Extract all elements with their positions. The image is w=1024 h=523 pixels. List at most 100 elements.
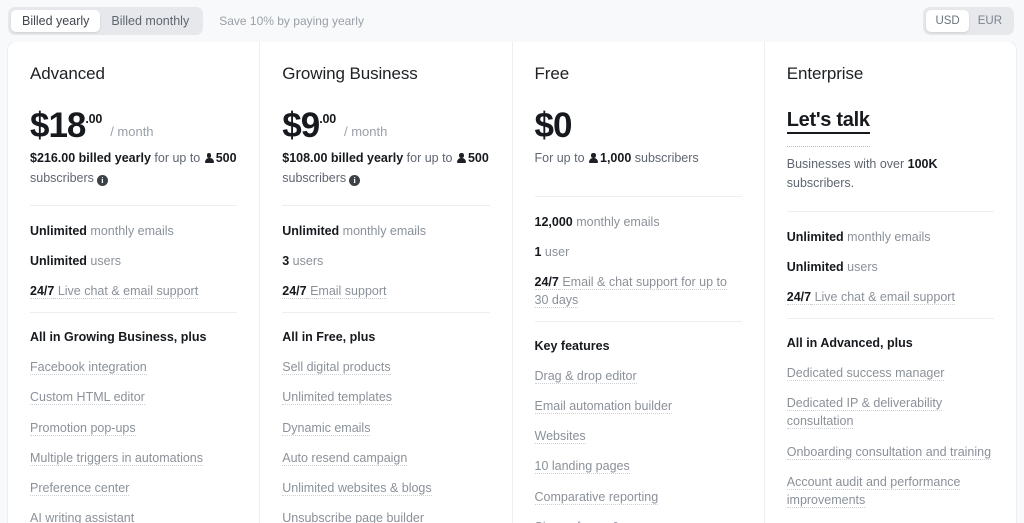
core-feature-list: Unlimited monthly emails Unlimited users… <box>30 206 237 300</box>
feature-list: Facebook integration Custom HTML editor … <box>30 358 237 523</box>
feature-label[interactable]: Multiple triggers in automations <box>30 450 203 466</box>
lets-talk-link[interactable]: Let's talk <box>786 110 870 134</box>
feature-label[interactable]: AI writing assistant <box>30 510 135 523</box>
divider <box>30 312 238 314</box>
core-feature-bold: Unlimited <box>786 259 844 274</box>
feature-label[interactable]: Unsubscribe page builder <box>282 510 425 523</box>
feature-label[interactable]: Unlimited websites & blogs <box>282 480 432 496</box>
feature-item[interactable]: Facebook integration <box>30 358 237 376</box>
feature-label[interactable]: Facebook integration <box>30 360 147 376</box>
feature-item[interactable]: Unlimited templates <box>282 388 489 406</box>
billing-period-toggle[interactable]: Billed yearly Billed monthly <box>8 7 204 35</box>
feature-label[interactable]: Preference center <box>30 480 130 496</box>
feature-item[interactable]: Multiple triggers in automations <box>30 449 237 467</box>
feature-item[interactable]: Dynamic emails <box>282 419 489 437</box>
feature-item[interactable]: 10 landing pages <box>534 457 742 475</box>
currency-toggle-usd[interactable]: USD <box>926 10 969 32</box>
feature-list: Sell digital products Unlimited template… <box>282 358 489 523</box>
core-feature-text[interactable]: Live chat & email support <box>811 290 955 305</box>
pricing-card-growing-business: Growing Business $9 .00 / month $108.00 … <box>260 42 513 523</box>
feature-item[interactable]: Drag & drop editor <box>534 367 742 385</box>
core-feature-text[interactable]: Email support <box>306 284 387 300</box>
core-feature-text: users <box>86 254 121 269</box>
feature-item[interactable]: Unlimited websites & blogs <box>282 479 489 497</box>
core-feature-item[interactable]: 24/7 Email & chat support for up to 30 d… <box>534 273 742 309</box>
core-feature-bold[interactable]: 24/7 <box>282 284 307 300</box>
core-feature-item[interactable]: 24/7 Live chat & email support <box>786 288 994 306</box>
billing-note-suffix: subscribers <box>282 170 347 185</box>
core-feature-item: Unlimited monthly emails <box>787 228 994 246</box>
core-feature-bold[interactable]: 24/7 <box>30 284 55 300</box>
price-row: $0 <box>535 108 742 143</box>
divider <box>534 321 742 323</box>
billing-note-mid: for up to <box>403 151 456 166</box>
feature-label[interactable]: Comparative reporting <box>534 489 659 505</box>
feature-label[interactable]: Dedicated IP & deliverability consultati… <box>786 396 943 430</box>
feature-list: Dedicated success manager Dedicated IP &… <box>786 364 994 509</box>
billing-note: $108.00 billed yearly for up to 500 subs… <box>282 149 489 188</box>
feature-label[interactable]: Promotion pop-ups <box>30 420 136 436</box>
core-feature-item[interactable]: 24/7 Live chat & email support <box>30 282 237 300</box>
core-feature-bold: Unlimited <box>786 229 844 244</box>
billing-toggle-yearly[interactable]: Billed yearly <box>11 10 101 32</box>
core-feature-text[interactable]: Email & chat support for up to 30 days <box>534 274 727 308</box>
feature-item[interactable]: Dedicated IP & deliverability consultati… <box>786 394 994 430</box>
feature-label[interactable]: 10 landing pages <box>534 459 630 475</box>
core-feature-item[interactable]: 24/7 Email support <box>282 282 489 300</box>
lets-talk-wrapper[interactable]: Let's talk <box>786 110 870 147</box>
feature-section-title: Key features <box>534 339 610 354</box>
feature-item[interactable]: Dedicated success manager <box>786 364 994 382</box>
feature-label[interactable]: Auto resend campaign <box>282 450 408 466</box>
feature-item[interactable]: Auto resend campaign <box>282 449 489 467</box>
feature-item[interactable]: Comparative reporting <box>534 488 742 506</box>
feature-item[interactable]: Signup forms & pop-ups <box>534 518 742 523</box>
price-row: $9 .00 / month <box>282 108 489 143</box>
feature-label[interactable]: Onboarding consultation and training <box>786 444 992 460</box>
save-note-label: Save 10% by paying yearly <box>219 14 364 28</box>
feature-item[interactable]: Onboarding consultation and training <box>786 443 994 461</box>
subscriber-icon <box>204 153 214 164</box>
feature-label[interactable]: Dedicated success manager <box>786 366 945 382</box>
feature-label[interactable]: Email automation builder <box>534 399 673 415</box>
price-cents: .00 <box>85 112 103 126</box>
feature-label[interactable]: Account audit and performance improvemen… <box>786 474 961 508</box>
core-feature-text[interactable]: Live chat & email support <box>54 284 199 300</box>
core-feature-text: monthly emails <box>86 223 174 238</box>
feature-label[interactable]: Unlimited templates <box>282 390 393 406</box>
core-feature-text: monthly emails <box>572 214 660 229</box>
feature-label[interactable]: Custom HTML editor <box>30 390 145 406</box>
billing-note-suffix: subscribers <box>30 170 94 185</box>
core-feature-bold[interactable]: 24/7 <box>786 290 812 305</box>
info-icon[interactable]: i <box>349 174 361 186</box>
feature-label[interactable]: Drag & drop editor <box>534 369 637 385</box>
billing-note-mid: for up to <box>150 151 204 166</box>
pricing-card-enterprise: Enterprise Let's talk Businesses with ov… <box>765 42 1016 523</box>
plan-name: Free <box>534 64 570 83</box>
core-feature-bold: Unlimited <box>282 223 340 238</box>
subscriber-count: 100K <box>907 157 938 171</box>
feature-list: Drag & drop editor Email automation buil… <box>534 367 742 523</box>
feature-label[interactable]: Sell digital products <box>282 360 391 376</box>
feature-item[interactable]: Custom HTML editor <box>30 388 237 406</box>
feature-item[interactable]: Sell digital products <box>282 358 489 376</box>
subscriber-count: 500 <box>215 151 237 166</box>
feature-item[interactable]: Preference center <box>30 479 237 497</box>
feature-item[interactable]: Account audit and performance improvemen… <box>786 473 994 509</box>
billing-note: Businesses with over 100K subscribers. <box>787 155 994 194</box>
feature-item[interactable]: Email automation builder <box>534 397 742 415</box>
feature-label[interactable]: Websites <box>534 429 586 445</box>
core-feature-item: Unlimited monthly emails <box>30 222 237 240</box>
feature-label[interactable]: Dynamic emails <box>282 420 371 436</box>
info-icon[interactable]: i <box>96 174 108 186</box>
feature-item[interactable]: Unsubscribe page builder <box>282 509 489 523</box>
feature-item[interactable]: AI writing assistant <box>30 509 237 523</box>
currency-toggle[interactable]: USD EUR <box>923 7 1014 35</box>
price-period: / month <box>110 124 154 140</box>
core-feature-item: 3 users <box>282 252 489 270</box>
feature-item[interactable]: Promotion pop-ups <box>30 419 237 437</box>
divider <box>282 312 490 314</box>
billing-toggle-monthly[interactable]: Billed monthly <box>100 10 200 32</box>
core-feature-bold[interactable]: 24/7 <box>534 274 559 290</box>
feature-item[interactable]: Websites <box>534 427 742 445</box>
currency-toggle-eur[interactable]: EUR <box>969 10 1011 32</box>
